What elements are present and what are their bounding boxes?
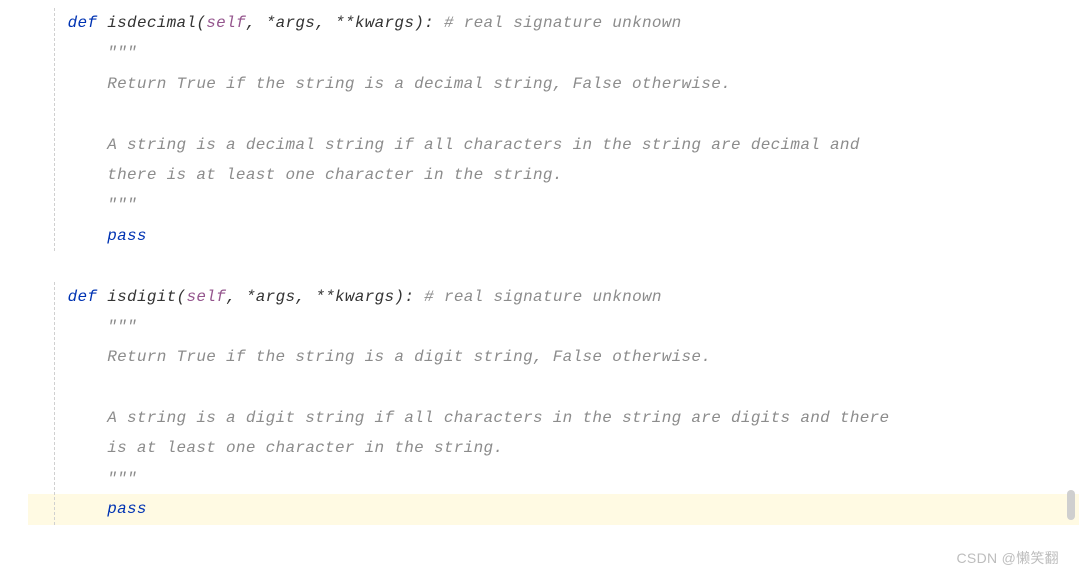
param-args: *args [246,288,296,306]
line-comment: # real signature unknown [434,14,682,32]
param-self: self [206,14,246,32]
keyword-pass: pass [107,500,147,518]
indent [28,500,107,518]
scrollbar-thumb[interactable] [1067,490,1075,520]
indent [28,14,68,32]
comma: , [315,14,335,32]
paren-close-colon: ): [394,288,414,306]
param-kwargs: **kwargs [315,288,394,306]
paren-close-colon: ): [414,14,434,32]
keyword-pass: pass [107,227,147,245]
comma: , [226,288,246,306]
code-block-2: def isdigit(self, *args, **kwargs): # re… [28,282,1079,525]
blank-line [28,251,1079,281]
docstring-line: Return True if the string is a decimal s… [28,69,1079,99]
param-args: *args [266,14,316,32]
function-name: isdigit [107,288,176,306]
comma: , [246,14,266,32]
indent [28,288,68,306]
docstring-line: A string is a decimal string if all char… [28,130,1079,160]
function-name: isdecimal [107,14,196,32]
scrollbar-track[interactable] [1065,0,1075,582]
function-def-line: def isdigit(self, *args, **kwargs): # re… [28,282,1079,312]
docstring-line: there is at least one character in the s… [28,160,1079,190]
docstring-line: is at least one character in the string. [28,433,1079,463]
docstring-line: A string is a digit string if all charac… [28,403,1079,433]
param-kwargs: **kwargs [335,14,414,32]
docstring-close: """ [28,190,1079,220]
comma: , [295,288,315,306]
paren-open: ( [196,14,206,32]
pass-line: pass [28,221,1079,251]
indent-guide [54,282,55,525]
docstring-close: """ [28,464,1079,494]
docstring-open: """ [28,38,1079,68]
docstring-open: """ [28,312,1079,342]
docstring-line: Return True if the string is a digit str… [28,342,1079,372]
paren-open: ( [177,288,187,306]
watermark: CSDN @懒笑翻 [957,545,1059,572]
function-def-line: def isdecimal(self, *args, **kwargs): # … [28,8,1079,38]
indent-guide [54,8,55,251]
docstring-blank [28,373,1079,403]
code-block-1: def isdecimal(self, *args, **kwargs): # … [28,8,1079,251]
pass-line-highlighted: pass [28,494,1079,524]
indent [28,227,107,245]
docstring-blank [28,99,1079,129]
keyword-def: def [68,14,98,32]
line-comment: # real signature unknown [414,288,662,306]
param-self: self [186,288,226,306]
keyword-def: def [68,288,98,306]
